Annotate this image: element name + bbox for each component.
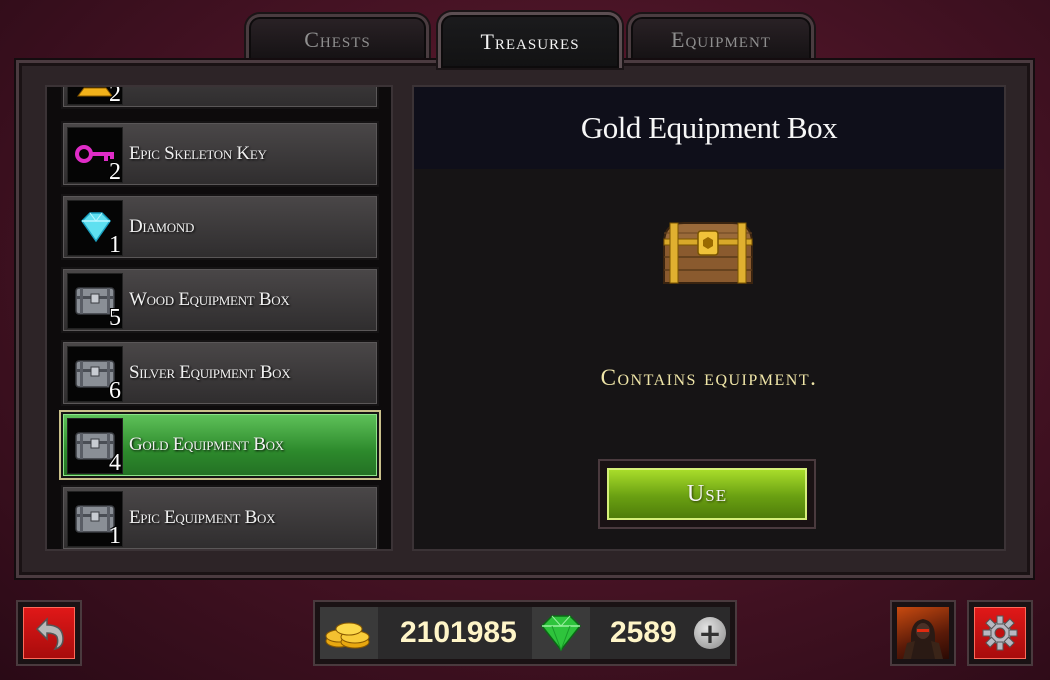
gold-chest-icon [660, 217, 756, 287]
gold-coins-icon [320, 607, 378, 659]
item-qty: 1 [109, 523, 121, 549]
chest-icon: 6 [67, 346, 123, 404]
item-qty: 1 [109, 232, 121, 258]
item-label: Wood Equipment Box [129, 289, 290, 310]
list-item-epic-equipment-box[interactable]: 1 Epic Equipment Box [61, 485, 379, 549]
gear-icon [982, 615, 1018, 651]
item-label: Silver Equipment Box [129, 362, 291, 383]
item-qty: 5 [109, 305, 121, 331]
tab-chests[interactable]: Chests [246, 14, 429, 62]
settings-button[interactable] [967, 600, 1033, 666]
back-button[interactable] [16, 600, 82, 666]
item-title: Gold Equipment Box [414, 87, 1004, 169]
currency-bar: 2101985 2589 + [313, 600, 737, 666]
back-button-face[interactable] [23, 607, 75, 659]
use-button[interactable]: Use [607, 468, 807, 520]
tab-label: Chests [304, 26, 371, 52]
item-label: Epic Equipment Box [129, 507, 276, 528]
tab-equipment[interactable]: Equipment [628, 14, 814, 62]
settings-button-face[interactable] [974, 607, 1026, 659]
chest-icon: 4 [67, 418, 123, 476]
item-description: Contains equipment. [600, 365, 818, 390]
list-item-diamond[interactable]: 1 Diamond [61, 194, 379, 260]
hero-avatar-button[interactable] [890, 600, 956, 666]
item-label: Epic Skeleton Key [129, 143, 267, 164]
tab-treasures[interactable]: Treasures [438, 12, 622, 68]
item-label: Diamond [129, 216, 195, 237]
list-item-gold-equipment-box[interactable]: 4 Gold Equipment Box [61, 412, 379, 478]
list-item-silver-equipment-box[interactable]: 6 Silver Equipment Box [61, 340, 379, 406]
tab-label: Treasures [480, 28, 580, 54]
item-label: Gold Equipment Box [129, 434, 284, 455]
list-item-gold-bar[interactable]: 2 [61, 85, 379, 109]
item-qty: 2 [109, 159, 121, 185]
use-button-frame: Use [598, 459, 816, 529]
gem-amount: 2589 [610, 616, 677, 649]
tab-label: Equipment [671, 26, 771, 52]
hero-avatar[interactable] [897, 607, 949, 659]
item-list[interactable]: 2 2 Epic Skeleton Key 1 Diamond 5 Wood E… [45, 85, 393, 551]
item-qty: 6 [109, 378, 121, 404]
list-item-epic-skeleton-key[interactable]: 2 Epic Skeleton Key [61, 121, 379, 187]
plus-icon[interactable]: + [694, 617, 726, 650]
inventory-frame: 2 2 Epic Skeleton Key 1 Diamond 5 Wood E… [16, 60, 1033, 578]
item-qty: 2 [109, 85, 121, 107]
back-arrow-icon [35, 617, 64, 651]
item-detail-panel: Gold Equipment Box Contains equipment. U… [412, 85, 1006, 551]
chest-icon: 1 [67, 491, 123, 549]
item-qty: 4 [109, 450, 121, 476]
emerald-icon [532, 607, 590, 659]
key-icon: 2 [67, 127, 123, 185]
gold-bar-icon: 2 [67, 85, 123, 107]
chest-icon: 5 [67, 273, 123, 331]
gold-amount: 2101985 [400, 616, 517, 649]
diamond-icon: 1 [67, 200, 123, 258]
list-item-wood-equipment-box[interactable]: 5 Wood Equipment Box [61, 267, 379, 333]
